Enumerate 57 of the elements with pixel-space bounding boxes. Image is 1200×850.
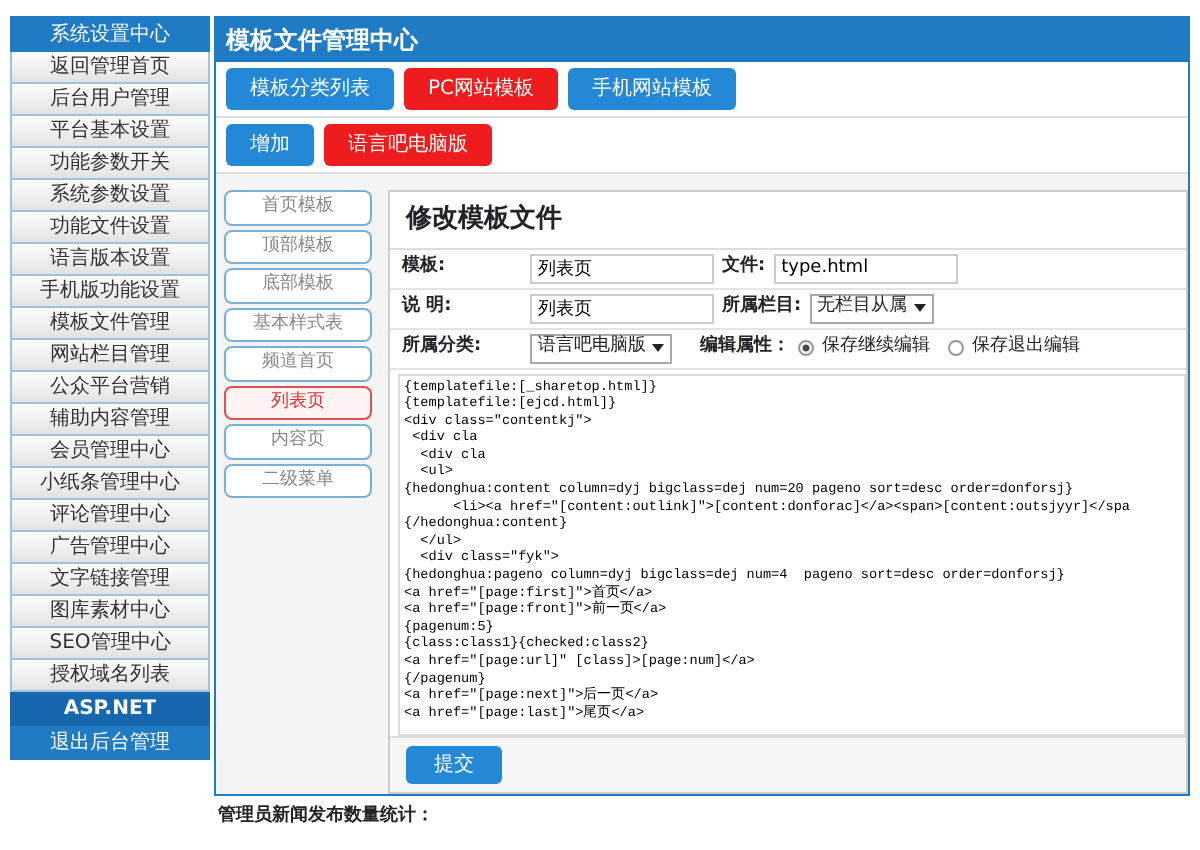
radio-label[interactable]: 保存退出编辑 xyxy=(972,334,1080,362)
logout-link[interactable]: 退出后台管理 xyxy=(10,726,210,760)
template-item[interactable]: 基本样式表 xyxy=(224,307,372,342)
template-item[interactable]: 首页模板 xyxy=(224,190,372,225)
sidebar-item[interactable]: 手机版功能设置 xyxy=(10,276,210,308)
field-label: 模板: xyxy=(402,254,448,281)
tab[interactable]: 模板分类列表 xyxy=(226,68,394,110)
field-label: 文件: xyxy=(722,254,766,281)
template-item[interactable]: 频道首页 xyxy=(224,346,372,381)
template-field[interactable]: 列表页 xyxy=(530,253,714,283)
sidebar-item[interactable]: 文字链接管理 xyxy=(10,564,210,596)
sidebar-item[interactable]: 图库素材中心 xyxy=(10,596,210,628)
sidebar-item[interactable]: 功能文件设置 xyxy=(10,212,210,244)
template-item[interactable]: 底部模板 xyxy=(224,268,372,303)
sidebar-item[interactable]: 模板文件管理 xyxy=(10,308,210,340)
radio-button[interactable] xyxy=(798,340,814,356)
submit-button[interactable]: 提交 xyxy=(406,746,502,784)
file-field[interactable]: type.html xyxy=(773,253,958,283)
caret-icon xyxy=(913,304,926,312)
panel-title: 模板文件管理中心 xyxy=(216,18,1188,62)
caret-icon xyxy=(652,344,664,352)
field-label: 编辑属性： xyxy=(700,334,790,361)
sidebar-item[interactable]: 辅助内容管理 xyxy=(10,404,210,436)
column-dropdown[interactable]: 无栏目从属 xyxy=(809,293,934,323)
sidebar-item[interactable]: SEO管理中心 xyxy=(10,628,210,660)
action-button[interactable]: 语言吧电脑版 xyxy=(324,124,492,166)
sidebar-item[interactable]: 小纸条管理中心 xyxy=(10,468,210,500)
template-item[interactable]: 列表页 xyxy=(224,385,372,420)
sidebar-item[interactable]: 网站栏目管理 xyxy=(10,340,210,372)
action-button[interactable]: 增加 xyxy=(226,124,314,166)
template-item[interactable]: 内容页 xyxy=(224,424,372,459)
radio-button[interactable] xyxy=(948,340,964,356)
description-field[interactable]: 列表页 xyxy=(530,293,714,323)
sidebar-item[interactable]: 返回管理首页 xyxy=(10,52,210,84)
status-text: 管理员新闻发布数量统计： xyxy=(216,802,436,830)
sidebar-item[interactable]: 评论管理中心 xyxy=(10,500,210,532)
tab[interactable]: PC网站模板 xyxy=(404,68,559,110)
form-heading: 修改模板文件 xyxy=(390,192,1186,249)
radio-label[interactable]: 保存继续编辑 xyxy=(822,334,930,362)
template-item[interactable]: 二级菜单 xyxy=(224,463,372,498)
sidebar-item[interactable]: 会员管理中心 xyxy=(10,436,210,468)
sidebar-item[interactable]: 广告管理中心 xyxy=(10,532,210,564)
sidebar-section-title: ASP.NET xyxy=(10,692,210,726)
field-label: 所属栏目: xyxy=(722,294,802,321)
category-dropdown[interactable]: 语言吧电脑版 xyxy=(530,333,672,363)
field-label: 说 明: xyxy=(402,294,454,321)
sidebar-item[interactable]: 平台基本设置 xyxy=(10,116,210,148)
sidebar-item[interactable]: 授权域名列表 xyxy=(10,660,210,692)
sidebar-item[interactable]: 系统参数设置 xyxy=(10,180,210,212)
sidebar-title: 系统设置中心 xyxy=(10,16,210,52)
sidebar-item[interactable]: 功能参数开关 xyxy=(10,148,210,180)
tab[interactable]: 手机网站模板 xyxy=(568,68,737,110)
sidebar-item[interactable]: 后台用户管理 xyxy=(10,84,210,116)
sidebar-item[interactable]: 语言版本设置 xyxy=(10,244,210,276)
field-label: 所属分类: xyxy=(402,334,484,361)
template-item[interactable]: 顶部模板 xyxy=(224,229,372,264)
sidebar-item[interactable]: 公众平台营销 xyxy=(10,372,210,404)
